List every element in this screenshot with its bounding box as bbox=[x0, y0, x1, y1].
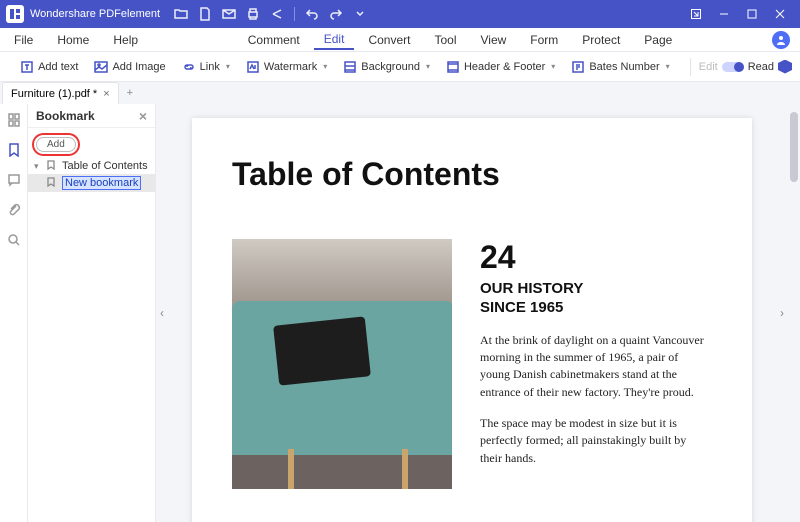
stat-number: 24 bbox=[480, 239, 710, 276]
pdf-page: Table of Contents 24 OUR HISTORY SINCE 1… bbox=[192, 118, 752, 522]
ribbon: Add text Add Image Link▾ Watermark▾ Back… bbox=[0, 52, 800, 82]
bookmark-panel: Bookmark × Add ▾ Table of Contents New b… bbox=[28, 104, 156, 522]
bookmark-node-editing[interactable]: New bookmark bbox=[28, 174, 155, 192]
ribbon-add-text[interactable]: Add text bbox=[14, 60, 84, 74]
menu-tool[interactable]: Tool bbox=[424, 31, 466, 49]
edit-read-toggle[interactable] bbox=[722, 62, 744, 72]
ribbon-bates-number[interactable]: Bates Number▾ bbox=[565, 60, 675, 74]
attachments-icon[interactable] bbox=[6, 202, 22, 218]
bookmark-node[interactable]: ▾ Table of Contents bbox=[28, 158, 155, 174]
undo-icon[interactable] bbox=[305, 7, 319, 21]
page-photo bbox=[232, 239, 452, 489]
left-rail bbox=[0, 104, 28, 522]
tree-toggle-icon[interactable]: ▾ bbox=[34, 161, 42, 172]
document-tabbar: Furniture (1).pdf * × + bbox=[0, 82, 800, 104]
settings-hex-icon[interactable] bbox=[778, 60, 792, 74]
tab-title: Furniture (1).pdf * bbox=[11, 88, 97, 100]
body-paragraph: The space may be modest in size but it i… bbox=[480, 415, 710, 467]
popout-icon[interactable] bbox=[682, 0, 710, 28]
ribbon-background[interactable]: Background▾ bbox=[337, 60, 436, 74]
watermark-icon bbox=[246, 60, 260, 74]
menubar: File Home Help Comment Edit Convert Tool… bbox=[0, 28, 800, 52]
scrollbar-thumb[interactable] bbox=[790, 112, 798, 182]
ribbon-add-image[interactable]: Add Image bbox=[88, 60, 171, 74]
bates-icon bbox=[571, 60, 585, 74]
menu-comment[interactable]: Comment bbox=[238, 31, 310, 49]
tab-close-icon[interactable]: × bbox=[103, 88, 109, 100]
maximize-icon[interactable] bbox=[738, 0, 766, 28]
share-icon[interactable] bbox=[270, 7, 284, 21]
ribbon-read-label: Read bbox=[748, 61, 774, 73]
file-icon[interactable] bbox=[198, 7, 212, 21]
thumbnails-icon[interactable] bbox=[6, 112, 22, 128]
user-avatar-icon[interactable] bbox=[772, 31, 790, 49]
print-icon[interactable] bbox=[246, 7, 260, 21]
menu-protect[interactable]: Protect bbox=[572, 31, 630, 49]
menu-edit[interactable]: Edit bbox=[314, 30, 355, 50]
bookmark-tree: ▾ Table of Contents New bookmark bbox=[28, 158, 155, 192]
folder-icon[interactable] bbox=[174, 7, 188, 21]
document-canvas[interactable]: Table of Contents 24 OUR HISTORY SINCE 1… bbox=[168, 104, 776, 522]
ribbon-watermark[interactable]: Watermark▾ bbox=[240, 60, 333, 74]
minimize-icon[interactable] bbox=[710, 0, 738, 28]
quick-access-toolbar bbox=[174, 7, 367, 21]
bookmark-small-icon bbox=[46, 177, 58, 189]
mail-icon[interactable] bbox=[222, 7, 236, 21]
annotations-icon[interactable] bbox=[6, 172, 22, 188]
menu-file[interactable]: File bbox=[4, 31, 43, 49]
body-paragraph: At the brink of daylight on a quaint Van… bbox=[480, 332, 710, 402]
titlebar: Wondershare PDFelement bbox=[0, 0, 800, 28]
add-bookmark-button[interactable]: Add bbox=[36, 137, 76, 152]
close-icon[interactable] bbox=[766, 0, 794, 28]
background-icon bbox=[343, 60, 357, 74]
app-logo-icon bbox=[6, 5, 24, 23]
vertical-scrollbar[interactable] bbox=[788, 104, 800, 522]
bookmark-small-icon bbox=[46, 160, 58, 172]
panel-title: Bookmark bbox=[36, 109, 95, 123]
menu-help[interactable]: Help bbox=[103, 31, 148, 49]
ribbon-link[interactable]: Link▾ bbox=[176, 60, 236, 74]
dropdown-icon[interactable] bbox=[353, 7, 367, 21]
menu-convert[interactable]: Convert bbox=[358, 31, 420, 49]
app-title: Wondershare PDFelement bbox=[30, 8, 160, 20]
new-tab-button[interactable]: + bbox=[119, 82, 141, 104]
text-icon bbox=[20, 60, 34, 74]
bookmark-label: Table of Contents bbox=[62, 160, 148, 172]
menu-form[interactable]: Form bbox=[520, 31, 568, 49]
image-icon bbox=[94, 60, 108, 74]
ribbon-header-footer[interactable]: Header & Footer▾ bbox=[440, 60, 561, 74]
panel-close-icon[interactable]: × bbox=[139, 108, 147, 124]
collapse-left-icon[interactable]: ‹ bbox=[160, 306, 164, 320]
collapse-right-icon[interactable]: › bbox=[780, 306, 784, 320]
menu-page[interactable]: Page bbox=[634, 31, 682, 49]
workspace: Bookmark × Add ▾ Table of Contents New b… bbox=[0, 104, 800, 522]
ribbon-edit-label: Edit bbox=[699, 61, 718, 73]
header-footer-icon bbox=[446, 60, 460, 74]
search-icon[interactable] bbox=[6, 232, 22, 248]
menu-view[interactable]: View bbox=[470, 31, 516, 49]
link-icon bbox=[182, 60, 196, 74]
page-heading: Table of Contents bbox=[232, 156, 712, 193]
menu-home[interactable]: Home bbox=[47, 31, 99, 49]
bookmark-icon[interactable] bbox=[6, 142, 22, 158]
bookmark-edit-input[interactable]: New bookmark bbox=[62, 176, 141, 190]
document-area: ‹ Table of Contents 24 OUR HISTORY bbox=[156, 104, 800, 522]
redo-icon[interactable] bbox=[329, 7, 343, 21]
stat-subtitle: OUR HISTORY SINCE 1965 bbox=[480, 280, 710, 318]
document-tab[interactable]: Furniture (1).pdf * × bbox=[2, 82, 119, 104]
